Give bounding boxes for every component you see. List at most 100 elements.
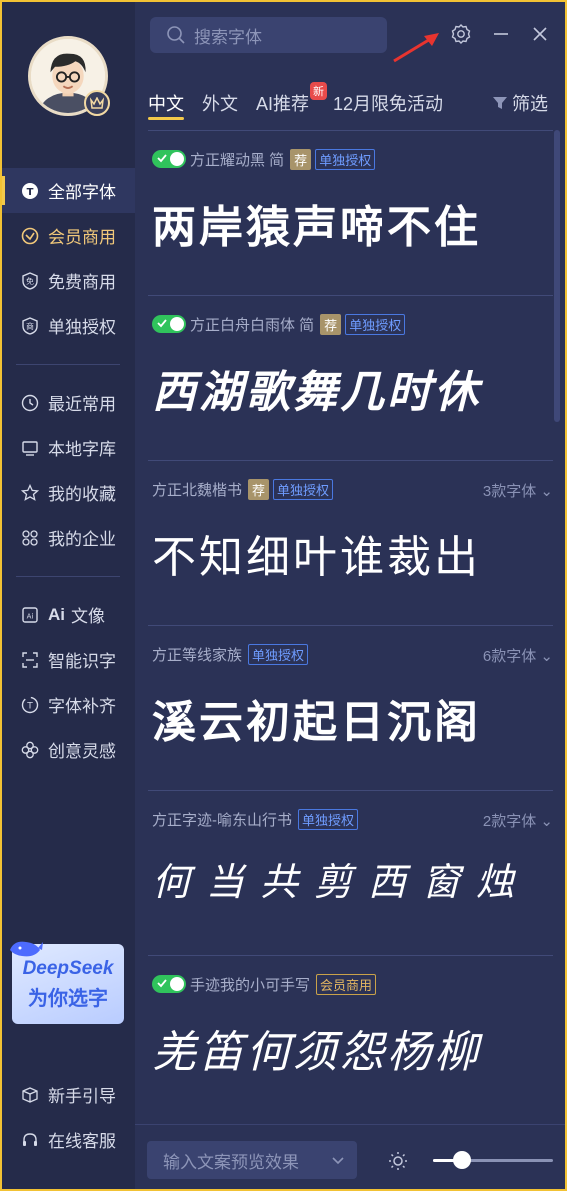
filter-button[interactable]: 筛选 xyxy=(492,90,548,116)
app-window: T 全部字体 会员商用 免 免费商用 商 单独授权 最近常用 本地字库 我的收藏… xyxy=(2,2,565,1189)
scan-icon xyxy=(20,650,40,670)
brightness-icon xyxy=(389,1152,407,1170)
tab-december-free[interactable]: 12月限免活动 xyxy=(333,90,443,116)
whale-icon xyxy=(10,941,43,957)
font-preview: 不知细叶谁裁出 xyxy=(152,532,481,583)
filter-label: 筛选 xyxy=(512,94,548,114)
recommend-tag: 荐 xyxy=(320,313,342,335)
settings-gear-icon[interactable] xyxy=(449,22,473,46)
chevron-down-icon: ⌄ xyxy=(540,648,553,665)
tab-foreign[interactable]: 外文 xyxy=(202,90,238,116)
variants-label: 2款字体 xyxy=(482,813,537,830)
sidebar-item-ai-image[interactable]: Ai Ai 文像 xyxy=(2,592,135,637)
deepseek-banner[interactable]: DeepSeek 为你选字 xyxy=(10,941,124,1024)
variants-dropdown[interactable]: 6款字体 ⌄ xyxy=(483,645,553,666)
svg-text:T: T xyxy=(26,701,33,711)
chevron-down-icon[interactable] xyxy=(331,1153,345,1167)
tab-chinese[interactable]: 中文 xyxy=(148,90,184,120)
ai-image-icon: Ai xyxy=(20,605,40,625)
sidebar-item-all-fonts[interactable]: T 全部字体 xyxy=(2,168,135,213)
license-tag: 单独授权 xyxy=(273,478,334,500)
tab-label: 外文 xyxy=(202,94,238,114)
check-icon xyxy=(157,154,167,163)
font-card[interactable]: 方正字迹-喻东山行书 单独授权 2款字体 ⌄ 何当共剪西窗烛 xyxy=(148,790,553,955)
free-shield-icon: 免 xyxy=(20,271,40,291)
flower-icon xyxy=(20,740,40,760)
sidebar-item-label: 文像 xyxy=(71,607,105,626)
font-card[interactable]: 手迹我的小可手写 会员商用 羌笛何须怨杨柳 xyxy=(148,955,553,1120)
chevron-down-icon: ⌄ xyxy=(540,813,553,830)
font-preview: 溪云初起日沉阁 xyxy=(152,698,481,747)
installed-toggle[interactable] xyxy=(152,315,186,333)
sidebar-item-favorites[interactable]: 我的收藏 xyxy=(2,470,135,515)
variants-dropdown[interactable]: 2款字体 ⌄ xyxy=(483,810,553,831)
sidebar-item-label: 我的企业 xyxy=(48,530,116,549)
installed-toggle[interactable] xyxy=(152,150,186,168)
license-tag: 单独授权 xyxy=(315,148,376,170)
font-card[interactable]: 方正等线家族 单独授权 6款字体 ⌄ 溪云初起日沉阁 xyxy=(148,625,553,790)
grid-icon xyxy=(20,528,40,548)
font-card[interactable]: 方正北魏楷书 荐 单独授权 3款字体 ⌄ 不知细叶谁裁出 xyxy=(148,460,553,625)
search-input[interactable]: 搜索字体 xyxy=(150,17,387,53)
sidebar-item-local[interactable]: 本地字库 xyxy=(2,425,135,470)
font-card[interactable]: 方正白舟白雨体 简 荐 单独授权 西湖歌舞几时休 xyxy=(148,295,553,460)
ai-prefix: Ai xyxy=(48,604,65,624)
chevron-down-icon: ⌄ xyxy=(540,483,553,500)
sidebar: T 全部字体 会员商用 免 免费商用 商 单独授权 最近常用 本地字库 我的收藏… xyxy=(2,2,135,1189)
preview-placeholder: 输入文案预览效果 xyxy=(163,1152,299,1172)
sidebar-item-font-fill[interactable]: T 字体补齐 xyxy=(2,682,135,727)
slider-handle[interactable] xyxy=(452,1151,471,1169)
vip-circle-icon xyxy=(20,226,40,246)
sidebar-item-enterprise[interactable]: 我的企业 xyxy=(2,515,135,560)
sidebar-item-recent[interactable]: 最近常用 xyxy=(2,380,135,425)
minimize-icon[interactable] xyxy=(489,22,513,46)
font-name: 手迹我的小可手写 xyxy=(190,976,311,994)
font-name: 方正白舟白雨体 简 xyxy=(190,316,315,334)
t-circle-icon: T xyxy=(20,181,40,201)
variants-dropdown[interactable]: 3款字体 ⌄ xyxy=(483,480,553,501)
svg-text:商: 商 xyxy=(26,321,34,331)
tab-label: 中文 xyxy=(148,94,184,114)
font-preview: 两岸猿声啼不住 xyxy=(152,203,481,252)
sidebar-divider xyxy=(16,364,120,365)
license-tag: 单独授权 xyxy=(248,643,309,665)
headset-icon xyxy=(20,1130,40,1150)
tab-label: 12月限免活动 xyxy=(333,94,444,114)
check-icon xyxy=(157,319,167,328)
sidebar-item-free-commercial[interactable]: 免 免费商用 xyxy=(2,258,135,303)
sidebar-item-label: 最近常用 xyxy=(48,395,116,414)
tab-ai-recommend[interactable]: AI推荐新 xyxy=(256,82,328,116)
red-arrow-icon xyxy=(393,33,439,63)
funnel-icon xyxy=(492,95,508,111)
sidebar-item-support[interactable]: 在线客服 xyxy=(2,1117,135,1162)
sidebar-item-label: 会员商用 xyxy=(48,228,116,247)
preview-size-slider[interactable] xyxy=(433,1151,553,1169)
preview-text-input[interactable]: 输入文案预览效果 xyxy=(147,1141,357,1179)
sidebar-item-label: 我的收藏 xyxy=(48,485,116,504)
svg-text:Ai: Ai xyxy=(27,612,34,620)
scrollbar-thumb[interactable] xyxy=(554,130,560,422)
font-name: 方正耀动黑 简 xyxy=(190,151,285,169)
font-card[interactable]: 方正耀动黑 简 荐 单独授权 两岸猿声啼不住 xyxy=(148,130,553,295)
sidebar-item-label: 字体补齐 xyxy=(48,697,116,716)
sidebar-item-guide[interactable]: 新手引导 xyxy=(2,1072,135,1117)
sidebar-item-label: 智能识字 xyxy=(48,652,116,671)
scrollbar[interactable] xyxy=(554,130,560,1120)
search-icon xyxy=(166,25,186,45)
sidebar-item-vip-commercial[interactable]: 会员商用 xyxy=(2,213,135,258)
sidebar-item-label: 单独授权 xyxy=(48,318,116,337)
installed-toggle[interactable] xyxy=(152,975,186,993)
new-badge: 新 xyxy=(310,82,328,100)
sidebar-item-inspiration[interactable]: 创意灵感 xyxy=(2,727,135,772)
sidebar-item-ocr[interactable]: 智能识字 xyxy=(2,637,135,682)
variants-label: 6款字体 xyxy=(482,648,537,665)
tab-label: AI推荐 xyxy=(256,94,310,114)
sidebar-item-label: 在线客服 xyxy=(48,1132,116,1151)
close-icon[interactable] xyxy=(528,22,552,46)
sidebar-item-single-license[interactable]: 商 单独授权 xyxy=(2,303,135,348)
box-icon xyxy=(20,1085,40,1105)
font-fill-icon: T xyxy=(20,695,40,715)
deepseek-subtitle: 为你选字 xyxy=(28,987,108,1010)
font-name: 方正北魏楷书 xyxy=(152,481,243,499)
variants-label: 3款字体 xyxy=(482,483,537,500)
